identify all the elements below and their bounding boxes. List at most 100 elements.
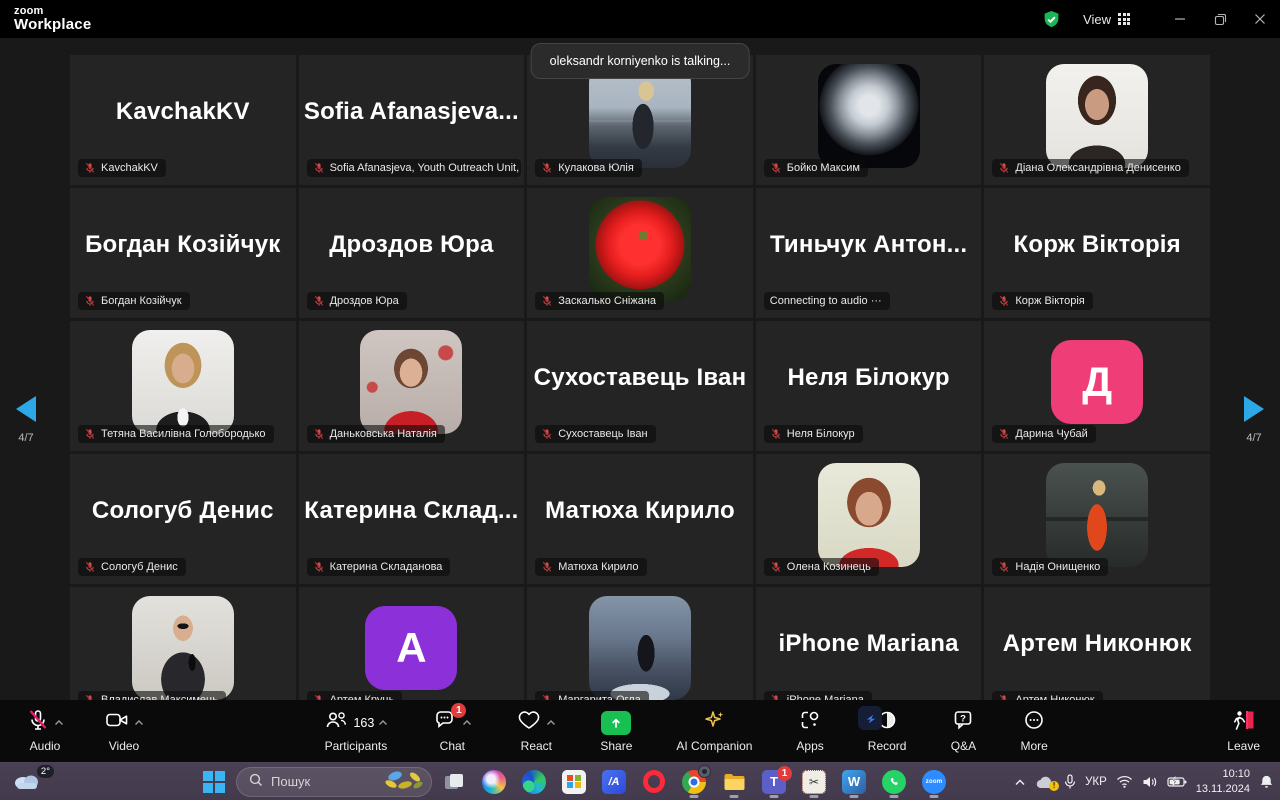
participant-tile[interactable]: ДДарина Чубай: [984, 321, 1210, 451]
chrome-webcam-overlay: [698, 765, 711, 778]
taskbar-search[interactable]: Пошук: [236, 767, 432, 797]
more-ellipsis-icon: [1021, 708, 1047, 735]
qa-button[interactable]: ? Q&A: [950, 700, 976, 762]
participant-tile[interactable]: Даньковська Наталія: [299, 321, 525, 451]
gallery-grid-icon: [1118, 13, 1130, 25]
opera-icon[interactable]: [636, 765, 672, 799]
chrome-icon[interactable]: [676, 765, 712, 799]
participant-tile[interactable]: Владислав Максимець: [70, 587, 296, 700]
video-button[interactable]: Video: [104, 700, 144, 762]
participant-label-text: Кулакова Юлія: [558, 162, 634, 174]
apps-button[interactable]: Apps: [796, 700, 823, 762]
participants-caret[interactable]: [378, 719, 388, 726]
file-explorer-icon[interactable]: [716, 765, 752, 799]
whatsapp-icon[interactable]: [876, 765, 912, 799]
tray-clock[interactable]: 10:10 13.11.2024: [1196, 767, 1250, 796]
start-button[interactable]: [196, 765, 232, 799]
weather-widget[interactable]: 2°: [12, 768, 52, 796]
share-label: Share: [600, 739, 632, 753]
close-button[interactable]: [1240, 0, 1280, 38]
chat-caret[interactable]: [462, 719, 472, 726]
video-options-caret[interactable]: [134, 719, 144, 726]
audio-button[interactable]: Audio: [26, 700, 64, 762]
teams-icon[interactable]: T 1: [756, 765, 792, 799]
participant-tile[interactable]: Сологуб ДенисСологуб Денис: [70, 454, 296, 584]
edge-icon[interactable]: [516, 765, 552, 799]
search-placeholder: Пошук: [271, 774, 375, 789]
participant-label-text: KavchakKV: [101, 162, 158, 174]
copilot-icon[interactable]: [476, 765, 512, 799]
participant-display-name: Богдан Козійчук: [85, 232, 280, 258]
minimize-button[interactable]: [1160, 0, 1200, 38]
participant-tile[interactable]: Заскалько Сніжана: [527, 188, 753, 318]
onedrive-icon[interactable]: !: [1035, 775, 1055, 789]
more-button[interactable]: More: [1020, 700, 1047, 762]
share-button[interactable]: Share: [600, 700, 632, 762]
next-page-button[interactable]: 4/7: [1234, 396, 1274, 444]
participant-display-name: Дроздов Юра: [329, 232, 493, 258]
record-button[interactable]: Record: [868, 700, 907, 762]
speaker-icon[interactable]: [1142, 775, 1158, 789]
ai-sparkle-icon: [701, 708, 727, 735]
participant-name-label: Надія Онищенко: [992, 558, 1108, 576]
chat-button[interactable]: 1 Chat: [432, 700, 472, 762]
participant-display-name: iPhone Mariana: [779, 631, 959, 657]
view-button[interactable]: View: [1083, 12, 1130, 27]
participants-button[interactable]: 163 Participants: [323, 700, 388, 762]
leave-label: Leave: [1227, 739, 1260, 753]
blue-app-icon[interactable]: /А: [596, 765, 632, 799]
participant-tile[interactable]: Корж ВікторіяКорж Вікторія: [984, 188, 1210, 318]
mic-muted-icon: [541, 295, 553, 307]
participant-tile[interactable]: Маргарита Огла: [527, 587, 753, 700]
connecting-status-label: Connecting to audio ···: [764, 292, 890, 310]
react-caret[interactable]: [546, 719, 556, 726]
participant-tile[interactable]: Артем НиконюкАртем Никонюк: [984, 587, 1210, 700]
onedrive-warning-badge: !: [1049, 781, 1059, 791]
wifi-icon[interactable]: [1116, 775, 1133, 788]
participant-tile[interactable]: Діана Олександрівна Денисенко: [984, 55, 1210, 185]
participant-photo-avatar: [132, 596, 234, 700]
participant-tile[interactable]: Дроздов ЮраДроздов Юра: [299, 188, 525, 318]
mic-muted-icon: [84, 561, 96, 573]
participant-tile[interactable]: Сухоставець ІванСухоставець Іван: [527, 321, 753, 451]
chat-icon: 1: [432, 708, 458, 735]
tray-chevron-icon[interactable]: [1014, 778, 1026, 786]
word-icon[interactable]: W: [836, 765, 872, 799]
tray-time: 10:10: [1196, 767, 1250, 781]
participant-tile[interactable]: Тетяна Василівна Голобородько: [70, 321, 296, 451]
react-button[interactable]: React: [516, 700, 556, 762]
task-view-button[interactable]: [436, 765, 472, 799]
participant-tile[interactable]: Неля БілокурНеля Білокур: [756, 321, 982, 451]
language-indicator[interactable]: УКР: [1085, 776, 1107, 788]
participant-name-label: Богдан Козійчук: [78, 292, 190, 310]
leave-button[interactable]: Leave: [1227, 709, 1260, 753]
participant-tile[interactable]: Богдан Козійчук Богдан Козійчук: [70, 188, 296, 318]
participant-label-text: Надія Онищенко: [1015, 561, 1100, 573]
zoom-app-icon[interactable]: zoom: [916, 765, 952, 799]
participant-name-label: Маргарита Огла: [535, 691, 649, 700]
screenshot-tool-icon[interactable]: ✂: [796, 765, 832, 799]
participant-tile[interactable]: iPhone MarianaiPhone Mariana: [756, 587, 982, 700]
participant-tile[interactable]: Надія Онищенко: [984, 454, 1210, 584]
ai-companion-button[interactable]: AI Companion: [676, 700, 752, 762]
battery-icon[interactable]: [1167, 776, 1187, 788]
prev-page-button[interactable]: 4/7: [6, 396, 46, 444]
participant-tile[interactable]: Олена Козинець: [756, 454, 982, 584]
participant-tile[interactable]: Sofia Afanasjeva...Sofia Afanasjeva, You…: [299, 55, 525, 185]
microsoft-store-icon[interactable]: [556, 765, 592, 799]
ai-companion-label: AI Companion: [676, 739, 752, 753]
zoom-wordmark: zoom: [922, 770, 946, 794]
participant-name-label: KavchakKV: [78, 159, 166, 177]
notifications-bell-icon[interactable]: [1259, 774, 1274, 790]
participant-tile[interactable]: Тиньчук Антон...Connecting to audio ···: [756, 188, 982, 318]
participant-tile[interactable]: ААртем Круць: [299, 587, 525, 700]
participant-tile[interactable]: Бойко Максим: [756, 55, 982, 185]
restore-button[interactable]: [1200, 0, 1240, 38]
participant-tile[interactable]: KavchakKVKavchakKV: [70, 55, 296, 185]
brand-workplace: Workplace: [14, 17, 91, 32]
participant-photo-avatar: [589, 64, 691, 168]
audio-options-caret[interactable]: [54, 719, 64, 726]
participant-tile[interactable]: Матюха КирилоМатюха Кирило: [527, 454, 753, 584]
participant-tile[interactable]: Катерина Склад...Катерина Складанова: [299, 454, 525, 584]
tray-mic-icon[interactable]: [1064, 774, 1076, 790]
